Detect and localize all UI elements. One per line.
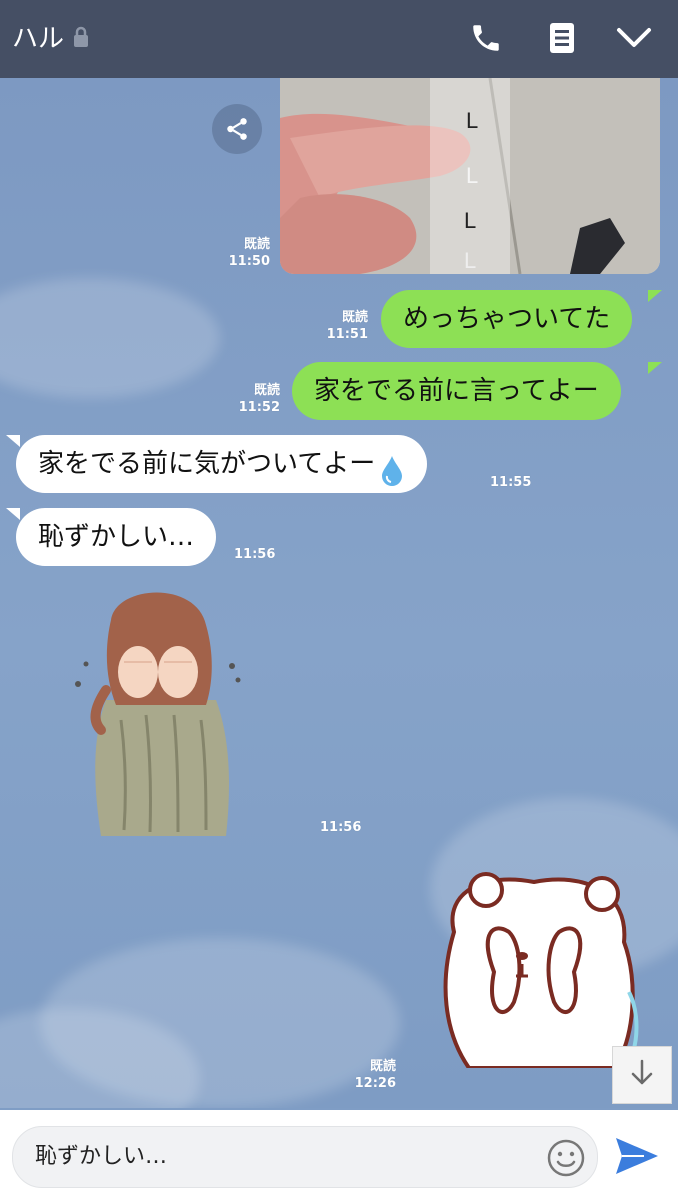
svg-text:L: L	[466, 163, 478, 188]
message-meta: 既読 11:51	[320, 309, 368, 343]
share-icon[interactable]	[212, 104, 262, 154]
chevron-down-icon[interactable]	[614, 18, 654, 58]
read-receipt: 既読	[369, 1059, 396, 1074]
timestamp: 11:52	[238, 400, 280, 415]
timestamp: 11:51	[326, 327, 368, 342]
memo-icon[interactable]	[542, 18, 582, 58]
message-input[interactable]: 恥ずかしい…	[12, 1126, 598, 1188]
read-receipt: 既読	[341, 310, 368, 325]
photo-message[interactable]: L L L L	[280, 78, 660, 274]
lock-icon	[72, 26, 90, 52]
arrow-down-icon	[630, 1059, 654, 1091]
scroll-to-bottom-button[interactable]	[612, 1046, 672, 1104]
bubble-tail	[6, 435, 20, 447]
sticker-girl[interactable]	[66, 580, 246, 838]
chat-title: ハル	[12, 24, 65, 54]
timestamp: 12:26	[354, 1076, 396, 1091]
phone-icon[interactable]	[466, 18, 506, 58]
sticker-bear[interactable]	[424, 872, 650, 1070]
sticker-meta: 既読 12:26	[344, 1058, 396, 1092]
svg-text:L: L	[464, 248, 476, 273]
incoming-message[interactable]: 恥ずかしい…	[16, 508, 217, 566]
bubble-tail	[648, 362, 662, 374]
svg-text:L: L	[466, 108, 478, 133]
cloud	[0, 278, 220, 398]
message-input-bar: 恥ずかしい…	[0, 1110, 678, 1200]
svg-text:L: L	[464, 208, 476, 233]
emoji-icon[interactable]	[547, 1139, 585, 1181]
incoming-message[interactable]: 家をでる前に気がついてよー	[16, 435, 428, 493]
send-icon[interactable]	[614, 1134, 660, 1182]
droplet-icon	[379, 449, 405, 507]
outgoing-message[interactable]: 家をでる前に言ってよー	[292, 362, 621, 420]
chat-header: ハル	[0, 0, 678, 78]
message-meta: 既読 11:52	[232, 382, 280, 416]
bubble-tail	[648, 290, 662, 302]
photo-meta: 既読 11:50	[222, 236, 270, 270]
timestamp: 11:55	[490, 475, 532, 490]
timestamp: 11:56	[234, 547, 276, 562]
message-text: 家をでる前に気がついてよー	[38, 449, 376, 479]
timestamp: 11:50	[228, 254, 270, 269]
timestamp: 11:56	[320, 820, 362, 835]
outgoing-message[interactable]: めっちゃついてた	[381, 290, 633, 348]
read-receipt: 既読	[253, 383, 280, 398]
message-input-text: 恥ずかしい…	[35, 1144, 168, 1169]
read-receipt: 既読	[243, 237, 270, 252]
bubble-tail	[6, 508, 20, 520]
